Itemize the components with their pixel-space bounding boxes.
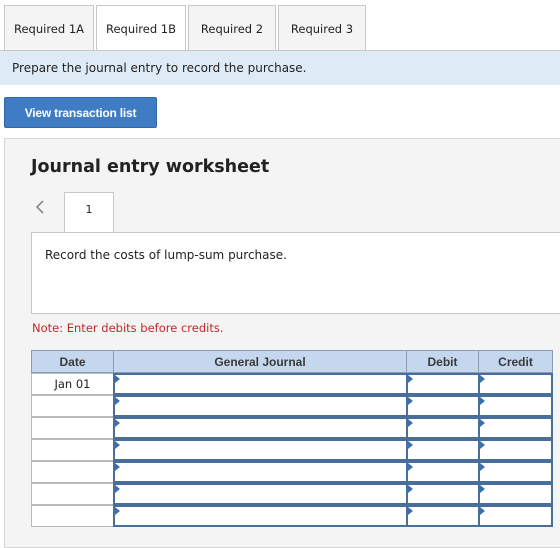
date-cell: Jan 01 [31, 373, 114, 395]
header-credit: Credit [478, 350, 553, 373]
header-debit: Debit [406, 350, 479, 373]
debit-input[interactable] [406, 417, 480, 439]
entry-description: Record the costs of lump-sum purchase. [31, 232, 560, 314]
credit-input[interactable] [478, 395, 553, 417]
credit-input[interactable] [478, 373, 553, 395]
debit-input[interactable] [406, 461, 480, 483]
credit-input[interactable] [478, 461, 553, 483]
debit-input[interactable] [406, 373, 480, 395]
tab-required-1b[interactable]: Required 1B [96, 5, 186, 51]
debit-input[interactable] [406, 395, 480, 417]
general-journal-input[interactable] [113, 373, 408, 395]
date-cell [31, 505, 114, 527]
entry-tab-1[interactable]: 1 [64, 192, 114, 233]
credit-input[interactable] [478, 417, 553, 439]
worksheet-title: Journal entry worksheet [31, 157, 270, 177]
instruction-banner: Prepare the journal entry to record the … [0, 51, 560, 85]
debit-input[interactable] [406, 439, 480, 461]
date-cell [31, 395, 114, 417]
entry-tab-label: 1 [85, 203, 93, 216]
header-date: Date [31, 350, 114, 373]
date-cell [31, 483, 114, 505]
debit-credit-note: Note: Enter debits before credits. [32, 321, 224, 335]
general-journal-input[interactable] [113, 505, 408, 527]
general-journal-input[interactable] [113, 417, 408, 439]
general-journal-input[interactable] [113, 461, 408, 483]
chevron-left-icon[interactable] [33, 199, 47, 215]
tab-required-3[interactable]: Required 3 [278, 5, 366, 51]
journal-grid: Date General Journal Debit Credit Jan 01 [31, 350, 553, 531]
credit-input[interactable] [478, 483, 553, 505]
debit-input[interactable] [406, 483, 480, 505]
tab-required-2[interactable]: Required 2 [188, 5, 276, 51]
date-cell [31, 439, 114, 461]
date-cell [31, 461, 114, 483]
debit-input[interactable] [406, 505, 480, 527]
general-journal-input[interactable] [113, 395, 408, 417]
entry-description-text: Record the costs of lump-sum purchase. [45, 248, 287, 262]
date-cell [31, 417, 114, 439]
general-journal-input[interactable] [113, 439, 408, 461]
credit-input[interactable] [478, 505, 553, 527]
general-journal-input[interactable] [113, 483, 408, 505]
credit-input[interactable] [478, 439, 553, 461]
header-general-journal: General Journal [113, 350, 407, 373]
tab-required-1a[interactable]: Required 1A [4, 5, 94, 51]
tab-bar: Required 1A Required 1B Required 2 Requi… [4, 5, 368, 51]
view-transaction-list-button[interactable]: View transaction list [4, 97, 157, 128]
